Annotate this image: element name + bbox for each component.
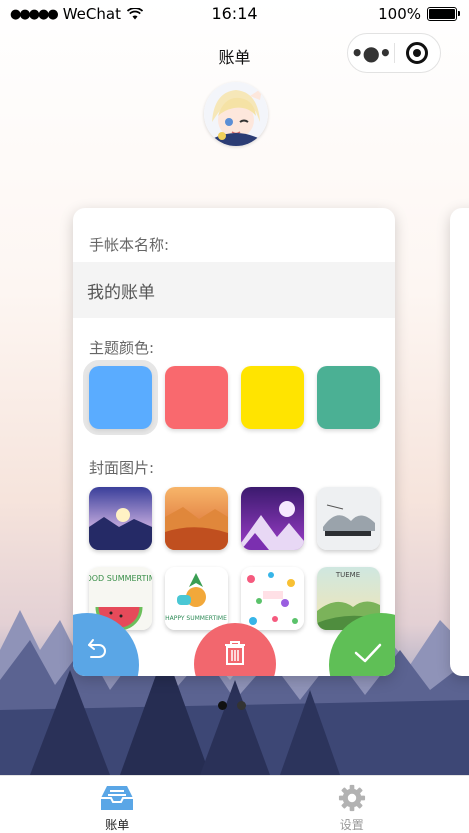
- delete-button[interactable]: [194, 623, 276, 676]
- tab-bill-label: 账单: [105, 818, 130, 832]
- cover-desert-sunset[interactable]: [165, 487, 228, 550]
- theme-color-label: 主题颜色:: [89, 339, 155, 357]
- tab-bill[interactable]: 账单: [0, 776, 235, 833]
- cover-text: GOOD SUMMERTIME: [89, 574, 152, 583]
- color-swatch-yellow[interactable]: [241, 366, 304, 429]
- name-label: 手帐本名称:: [89, 236, 170, 254]
- more-dots-icon[interactable]: •●•: [348, 33, 394, 73]
- next-notebook-card[interactable]: [450, 208, 469, 676]
- avatar-illustration: [204, 82, 268, 146]
- status-bar: ●●●●● WeChat 16:14 100%: [0, 0, 469, 28]
- status-right: 100%: [378, 5, 460, 23]
- trash-icon: [225, 641, 245, 665]
- inbox-icon: [101, 786, 134, 810]
- color-swatch-red[interactable]: [165, 366, 228, 429]
- notebook-card: 手帐本名称: 主题颜色: 封面图片:: [73, 208, 395, 676]
- check-icon: [354, 643, 382, 663]
- cover-confetti[interactable]: [241, 567, 304, 630]
- pager-dot[interactable]: [237, 701, 246, 710]
- cover-image-grid: GOOD SUMMERTIME HAPPY SUMMERTIME: [89, 487, 380, 630]
- undo-arrow-icon: [88, 639, 106, 658]
- cover-night-lake[interactable]: [89, 487, 152, 550]
- pager-dot-active[interactable]: [218, 701, 227, 710]
- card-pager: [218, 701, 246, 710]
- cover-image-label: 封面图片:: [89, 459, 155, 477]
- color-swatch-teal[interactable]: [317, 366, 380, 429]
- tab-settings[interactable]: 设置: [235, 776, 469, 833]
- theme-color-list: [83, 360, 380, 435]
- cover-purple-mountains[interactable]: [241, 487, 304, 550]
- tab-bar: 账单 设置: [0, 775, 469, 833]
- cover-text: HAPPY SUMMERTIME: [165, 615, 227, 622]
- mini-program-capsule: •●•: [347, 33, 441, 73]
- gear-icon: [338, 784, 365, 812]
- color-swatch-blue[interactable]: [83, 360, 158, 435]
- cover-text: TUEME: [335, 571, 360, 579]
- tab-settings-label: 设置: [339, 818, 364, 832]
- target-icon: [406, 42, 429, 64]
- battery-icon: [427, 7, 460, 21]
- notebook-name-input[interactable]: [73, 262, 395, 318]
- battery-percent: 100%: [378, 5, 421, 23]
- close-mini-program-button[interactable]: [394, 42, 440, 64]
- cover-ink-landscape[interactable]: [317, 487, 380, 550]
- cover-happy-summertime[interactable]: HAPPY SUMMERTIME: [165, 567, 228, 630]
- avatar[interactable]: [204, 82, 268, 146]
